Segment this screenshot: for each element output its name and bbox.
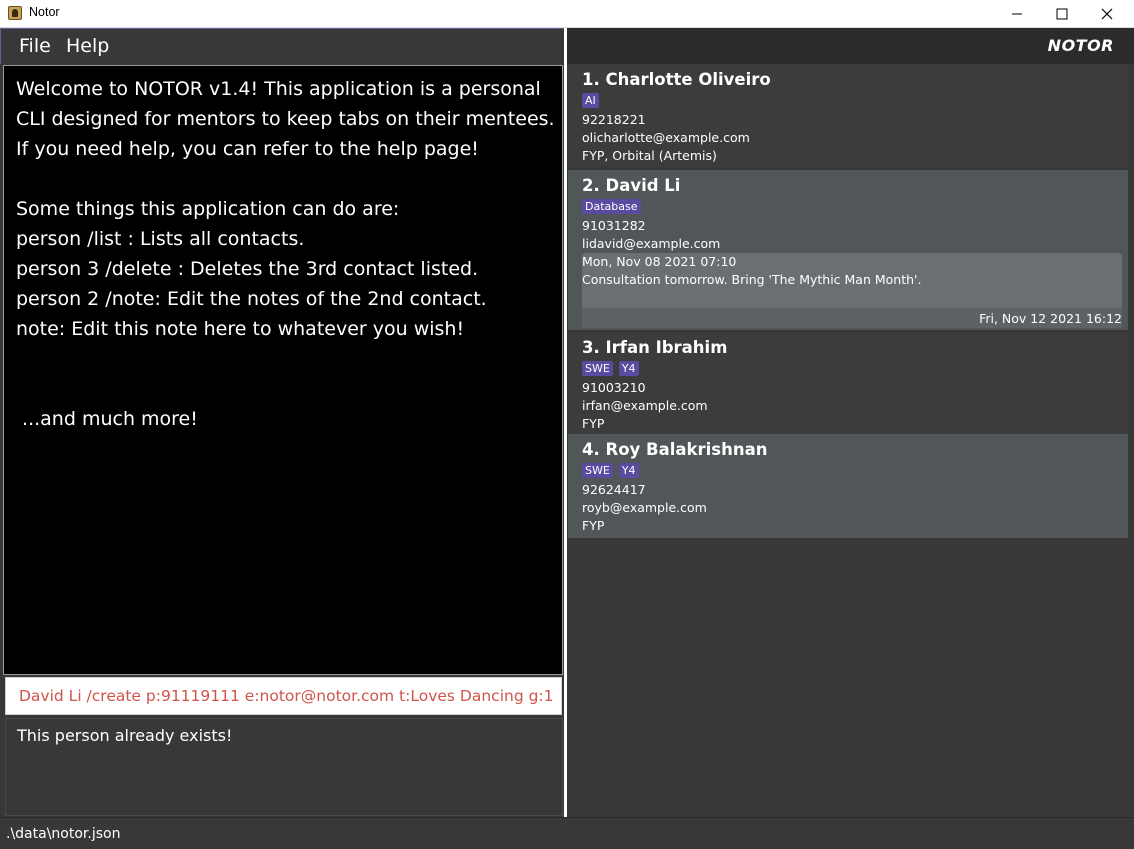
command-input-value: David Li /create p:91119111 e:notor@noto… — [19, 687, 554, 705]
contact-card[interactable]: 1. Charlotte Oliveiro AI 92218221 olicha… — [568, 64, 1128, 167]
minimize-button[interactable] — [994, 0, 1040, 28]
menu-file[interactable]: File — [19, 35, 51, 57]
command-input[interactable]: David Li /create p:91119111 e:notor@noto… — [5, 677, 562, 715]
welcome-line: person 2 /note: Edit the notes of the 2n… — [16, 288, 487, 310]
contact-email: lidavid@example.com — [582, 236, 721, 251]
tag-list: Database — [582, 199, 1114, 214]
contact-groups: FYP, Orbital (Artemis) — [582, 148, 717, 163]
contact-email: irfan@example.com — [582, 398, 708, 413]
contact-list[interactable]: 1. Charlotte Oliveiro AI 92218221 olicha… — [567, 64, 1128, 817]
contact-name: 2. David Li — [582, 176, 681, 195]
status-bar: .\data\notor.json — [0, 817, 1134, 849]
tag-badge: Y4 — [618, 463, 639, 478]
menu-help[interactable]: Help — [66, 35, 109, 57]
window-titlebar: Notor — [0, 0, 1134, 28]
contact-email: royb@example.com — [582, 500, 707, 515]
contact-name: 3. Irfan Ibrahim — [582, 338, 728, 357]
notor-logo: NOTOR — [1047, 36, 1114, 55]
contact-groups: FYP — [582, 518, 605, 533]
contact-phone: 91031282 — [582, 218, 646, 233]
contact-email: olicharlotte@example.com — [582, 130, 750, 145]
welcome-line: Some things this application can do are: — [16, 198, 400, 220]
welcome-line: Welcome to NOTOR v1.4! This application … — [16, 78, 541, 100]
menu-bar: File Help — [0, 28, 565, 64]
minimize-icon — [1012, 13, 1022, 15]
window-title: Notor — [29, 5, 60, 19]
tag-badge: SWE — [582, 463, 613, 478]
maximize-button[interactable] — [1039, 0, 1085, 28]
welcome-line: If you need help, you can refer to the h… — [16, 138, 479, 160]
contact-phone: 92624417 — [582, 482, 646, 497]
left-pane: File Help Welcome to NOTOR v1.4! This ap… — [0, 28, 565, 817]
welcome-line: note: Edit this note here to whatever yo… — [16, 318, 465, 340]
contact-groups: FYP — [582, 416, 605, 431]
welcome-panel[interactable]: Welcome to NOTOR v1.4! This application … — [3, 65, 563, 675]
tag-badge: SWE — [582, 361, 613, 376]
contact-card[interactable]: 4. Roy Balakrishnan SWE Y4 92624417 royb… — [568, 434, 1128, 538]
contact-phone: 92218221 — [582, 112, 646, 127]
tag-list: AI — [582, 93, 1114, 108]
app-icon — [8, 6, 22, 20]
contact-name: 1. Charlotte Oliveiro — [582, 70, 771, 89]
welcome-line: CLI designed for mentors to keep tabs on… — [16, 108, 555, 130]
result-display: This person already exists! — [5, 718, 563, 816]
contact-phone: 91003210 — [582, 380, 646, 395]
maximize-icon — [1056, 8, 1068, 20]
close-icon — [1101, 8, 1113, 20]
tag-badge: AI — [582, 93, 599, 108]
contact-name: 4. Roy Balakrishnan — [582, 440, 768, 459]
tag-badge: Y4 — [618, 361, 639, 376]
close-button[interactable] — [1084, 0, 1130, 28]
result-message: This person already exists! — [17, 726, 233, 745]
contact-card[interactable]: 3. Irfan Ibrahim SWE Y4 91003210 irfan@e… — [568, 332, 1128, 435]
tag-list: SWE Y4 — [582, 463, 1114, 478]
save-file-path: .\data\notor.json — [6, 826, 121, 842]
note-edited-date: Fri, Nov 12 2021 16:12 — [979, 311, 1122, 326]
right-pane: NOTOR 1. Charlotte Oliveiro AI 92218221 … — [567, 28, 1134, 817]
contact-card[interactable]: 2. David Li Database 91031282 lidavid@ex… — [568, 170, 1128, 330]
brand-bar: NOTOR — [567, 28, 1134, 64]
welcome-line: person 3 /delete : Deletes the 3rd conta… — [16, 258, 479, 280]
note-text: Consultation tomorrow. Bring 'The Mythic… — [582, 272, 922, 287]
welcome-line: person /list : Lists all contacts. — [16, 228, 305, 250]
tag-list: SWE Y4 — [582, 361, 1114, 376]
note-date: Mon, Nov 08 2021 07:10 — [582, 254, 737, 269]
contact-note: Mon, Nov 08 2021 07:10 Consultation tomo… — [582, 253, 1122, 328]
welcome-line: ...and much more! — [16, 408, 198, 430]
tag-badge: Database — [582, 199, 641, 214]
